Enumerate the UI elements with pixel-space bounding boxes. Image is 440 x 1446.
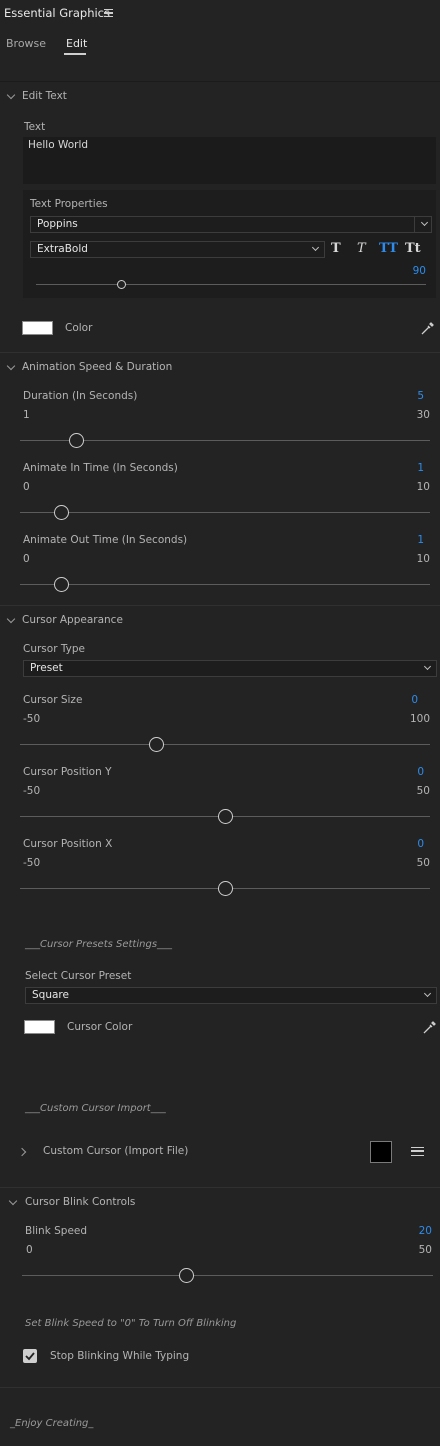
small-caps-button[interactable]: Tt — [405, 241, 421, 256]
cursor-size-slider-knob[interactable] — [149, 737, 165, 752]
animate-out-min: 0 — [23, 553, 30, 565]
cursor-position-x-label: Cursor Position X — [23, 838, 113, 850]
section-header-cursor-appearance[interactable]: Cursor Appearance — [22, 614, 123, 626]
all-caps-button[interactable]: TT — [379, 241, 398, 256]
cursor-preset-select[interactable]: Square — [25, 987, 437, 1004]
tab-edit-underline — [64, 53, 86, 55]
chevron-down-icon[interactable] — [6, 361, 16, 371]
animate-out-slider-knob[interactable] — [53, 577, 69, 592]
animate-in-track[interactable] — [20, 512, 430, 513]
chevron-down-icon[interactable] — [6, 90, 16, 100]
chevron-down-icon — [311, 243, 320, 252]
cursor-preset-value: Square — [32, 989, 69, 1001]
animate-in-min: 0 — [23, 481, 30, 493]
custom-cursor-import-heading: ___Custom Cursor Import___ — [25, 1103, 166, 1114]
chevron-down-icon[interactable] — [8, 1196, 18, 1206]
animate-out-max: 10 — [416, 553, 430, 565]
panel-title: Essential Graphics — [4, 6, 110, 20]
font-family-value: Poppins — [37, 218, 78, 230]
section-header-edit-text[interactable]: Edit Text — [22, 90, 67, 102]
cursor-position-x-max: 50 — [416, 857, 430, 869]
divider — [0, 1387, 440, 1388]
blink-hint: Set Blink Speed to "0" To Turn Off Blink… — [25, 1318, 237, 1329]
cursor-position-x-min: -50 — [23, 857, 41, 869]
select-cursor-preset-label: Select Cursor Preset — [25, 970, 132, 982]
font-size-value[interactable]: 90 — [413, 265, 426, 277]
chevron-down-icon — [423, 662, 432, 671]
checkmark-icon — [25, 1352, 35, 1361]
text-properties-label: Text Properties — [30, 198, 108, 210]
color-label: Color — [65, 322, 93, 334]
cursor-color-label: Cursor Color — [67, 1021, 133, 1033]
cursor-size-value[interactable]: 0 — [411, 694, 418, 706]
divider — [0, 81, 440, 82]
custom-cursor-label[interactable]: Custom Cursor (Import File) — [43, 1145, 188, 1157]
animate-in-label: Animate In Time (In Seconds) — [23, 462, 178, 474]
select-divider — [414, 217, 415, 232]
cursor-type-label: Cursor Type — [23, 643, 85, 655]
animate-in-value[interactable]: 1 — [417, 462, 424, 474]
font-style-value: ExtraBold — [37, 243, 88, 255]
cursor-position-y-max: 50 — [416, 785, 430, 797]
animate-in-max: 10 — [416, 481, 430, 493]
cursor-position-x-slider-knob[interactable] — [217, 881, 233, 896]
divider — [0, 605, 440, 606]
text-input[interactable]: Hello World — [23, 137, 436, 184]
cursor-color-swatch[interactable] — [24, 1020, 55, 1034]
animate-out-label: Animate Out Time (In Seconds) — [23, 534, 188, 546]
faux-italic-button[interactable]: T — [357, 241, 366, 256]
cursor-size-max: 100 — [409, 713, 430, 725]
blink-speed-track[interactable] — [22, 1275, 433, 1276]
section-header-animation[interactable]: Animation Speed & Duration — [22, 361, 172, 373]
blink-speed-max: 50 — [418, 1244, 432, 1256]
hamburger-icon[interactable] — [411, 1147, 424, 1156]
cursor-type-select[interactable]: Preset — [23, 660, 437, 677]
eyedropper-icon[interactable] — [421, 321, 435, 335]
blink-speed-slider-knob[interactable] — [178, 1268, 194, 1283]
cursor-type-value: Preset — [30, 662, 63, 674]
cursor-size-label: Cursor Size — [23, 694, 83, 706]
cursor-size-min: -50 — [23, 713, 41, 725]
animate-out-value[interactable]: 1 — [417, 534, 424, 546]
stop-blinking-checkbox[interactable] — [23, 1349, 37, 1363]
stop-blinking-label[interactable]: Stop Blinking While Typing — [50, 1350, 189, 1362]
custom-cursor-swatch[interactable] — [370, 1141, 392, 1163]
blink-speed-min: 0 — [26, 1244, 33, 1256]
animate-out-track[interactable] — [20, 584, 430, 585]
eyedropper-icon[interactable] — [423, 1020, 437, 1034]
chevron-right-icon[interactable] — [17, 1147, 27, 1157]
duration-min: 1 — [23, 409, 30, 421]
footer-text: _Enjoy Creating_ — [10, 1418, 94, 1429]
tab-edit[interactable]: Edit — [66, 37, 87, 50]
blink-speed-label: Blink Speed — [25, 1225, 88, 1237]
font-family-select[interactable]: Poppins — [30, 216, 432, 233]
chevron-down-icon — [420, 218, 429, 227]
divider — [0, 1187, 440, 1188]
duration-slider-knob[interactable] — [69, 433, 85, 448]
font-size-track[interactable] — [36, 284, 426, 285]
text-label: Text — [24, 121, 46, 133]
font-style-select[interactable]: ExtraBold — [30, 241, 325, 258]
section-header-blink[interactable]: Cursor Blink Controls — [25, 1196, 135, 1208]
text-color-swatch[interactable] — [22, 321, 53, 335]
animate-in-slider-knob[interactable] — [53, 505, 69, 520]
cursor-position-y-min: -50 — [23, 785, 41, 797]
cursor-position-y-label: Cursor Position Y — [23, 766, 112, 778]
cursor-position-y-value[interactable]: 0 — [417, 766, 424, 778]
chevron-down-icon — [423, 989, 432, 998]
blink-speed-value[interactable]: 20 — [419, 1225, 432, 1237]
cursor-presets-heading: ___Cursor Presets Settings___ — [25, 939, 173, 950]
chevron-down-icon[interactable] — [6, 614, 16, 624]
hamburger-icon[interactable] — [104, 9, 113, 17]
cursor-position-x-value[interactable]: 0 — [417, 838, 424, 850]
duration-value[interactable]: 5 — [417, 390, 424, 402]
divider — [0, 352, 440, 353]
tab-browse[interactable]: Browse — [6, 37, 46, 50]
cursor-position-y-slider-knob[interactable] — [217, 809, 233, 824]
text-input-value: Hello World — [28, 139, 89, 151]
duration-label: Duration (In Seconds) — [23, 390, 138, 402]
cursor-size-track[interactable] — [20, 744, 430, 745]
faux-bold-button[interactable]: T — [331, 241, 341, 256]
duration-max: 30 — [416, 409, 430, 421]
